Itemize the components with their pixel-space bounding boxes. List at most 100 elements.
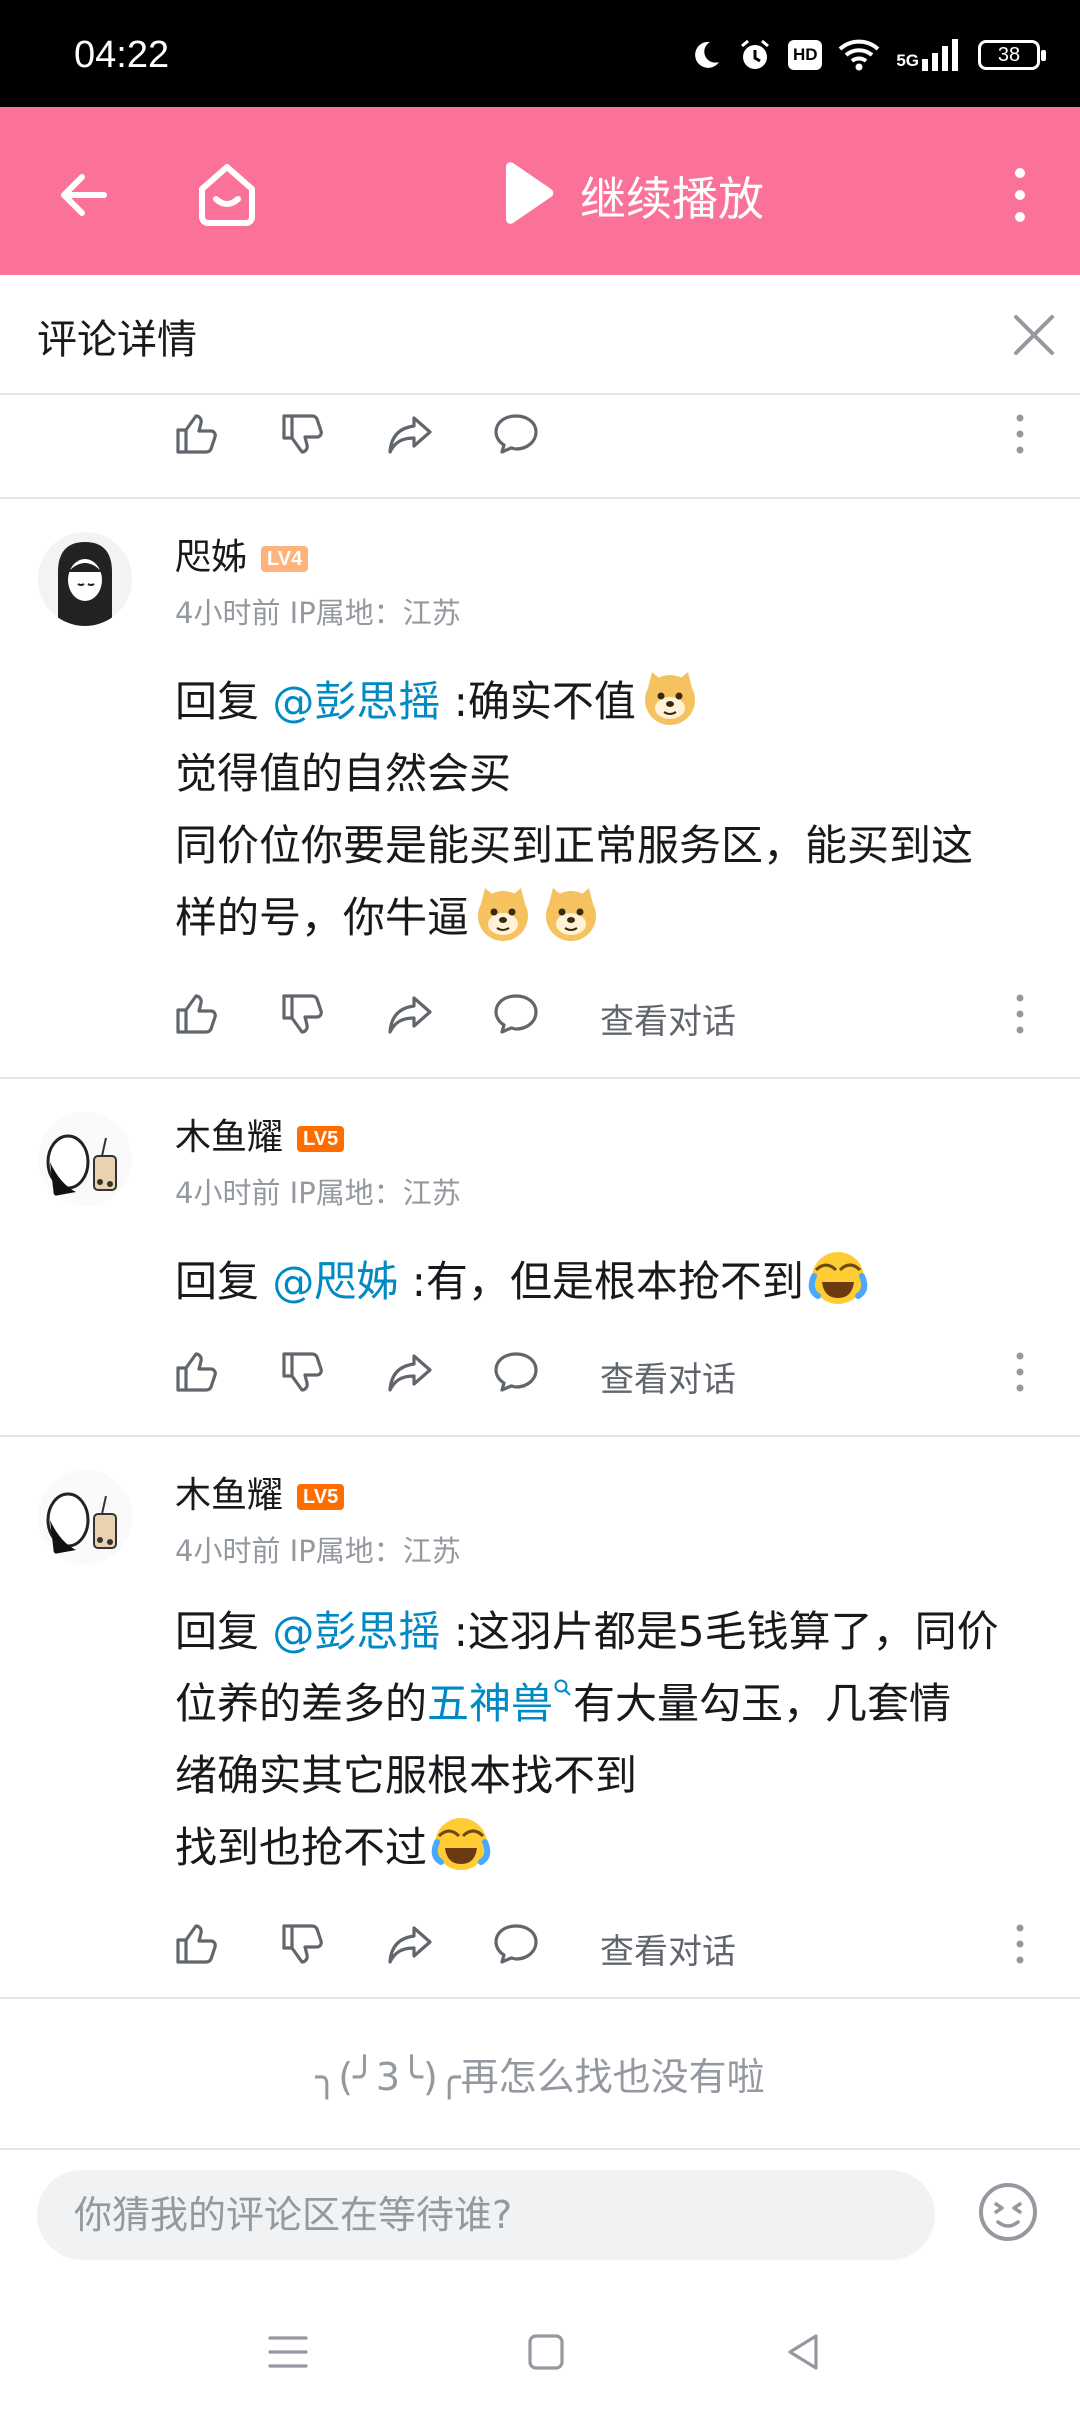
reply-prefix: 回复 xyxy=(175,1607,273,1656)
doge-emoji-icon xyxy=(640,668,700,728)
wifi-icon xyxy=(838,39,880,71)
close-icon[interactable] xyxy=(1010,311,1058,359)
page-title: 评论详情 xyxy=(37,317,197,363)
divider xyxy=(0,1077,1080,1079)
battery-indicator: 38 xyxy=(978,40,1046,70)
end-of-list-note: ╮(╯3╰)╭再怎么找也没有啦 xyxy=(315,2055,765,2099)
comment-input[interactable] xyxy=(37,2170,935,2260)
comment-input-box[interactable] xyxy=(37,2170,935,2260)
avatar[interactable] xyxy=(38,532,132,626)
mention-link[interactable]: @咫姊 xyxy=(272,1257,398,1306)
view-conversation-link[interactable]: 查看对话 xyxy=(600,1352,736,1401)
thumbs-up-icon[interactable] xyxy=(172,410,220,458)
comment-text: 找到也抢不过 xyxy=(175,1823,428,1872)
doge-emoji-icon xyxy=(541,884,601,944)
comment-bubble-icon[interactable] xyxy=(492,1920,540,1968)
action-row: 查看对话 xyxy=(0,1912,1080,1972)
view-conversation-link[interactable]: 查看对话 xyxy=(600,994,736,1043)
more-vertical-icon[interactable] xyxy=(1000,163,1040,227)
menu-icon[interactable] xyxy=(266,2330,310,2374)
mention-link[interactable]: @彭思摇 xyxy=(272,1607,440,1656)
comment-detail-header: 评论详情 xyxy=(0,275,1080,395)
comment-line: 绪确实其它服根本找不到 xyxy=(175,1751,638,1800)
username-text[interactable]: 咫姊 xyxy=(175,537,247,578)
home-icon[interactable] xyxy=(194,159,260,229)
avatar[interactable] xyxy=(38,1112,132,1206)
comment-line: 样的号，你牛逼 xyxy=(175,882,1045,954)
thumbs-down-icon[interactable] xyxy=(278,1348,326,1396)
view-conversation-link[interactable]: 查看对话 xyxy=(600,1924,736,1973)
username-text[interactable]: 木鱼耀 xyxy=(175,1117,283,1158)
comment-bubble-icon[interactable] xyxy=(492,990,540,1038)
status-icons: HD 5G 38 xyxy=(690,38,1046,72)
back-triangle-icon[interactable] xyxy=(782,2330,826,2374)
comment-text: 位养的差多的 xyxy=(175,1679,428,1728)
network-type: 5G xyxy=(896,51,919,70)
reply-prefix: 回复 xyxy=(175,677,273,726)
action-row: 查看对话 xyxy=(0,982,1080,1042)
share-icon[interactable] xyxy=(386,1348,434,1396)
video-top-bar: 继续播放 xyxy=(0,107,1080,275)
more-vertical-icon[interactable] xyxy=(1010,1348,1030,1396)
share-icon[interactable] xyxy=(386,1920,434,1968)
comment-line: 同价位你要是能买到正常服务区，能买到这 xyxy=(175,821,974,870)
thumbs-down-icon[interactable] xyxy=(278,410,326,458)
action-row-top xyxy=(0,402,1080,462)
comment-text: :有，但是根本抢不到 xyxy=(398,1257,804,1306)
status-bar: 04:22 HD 5G 38 xyxy=(0,0,1080,107)
search-icon[interactable] xyxy=(553,1678,573,1708)
thumbs-up-icon[interactable] xyxy=(172,1920,220,1968)
avatar[interactable] xyxy=(38,1470,132,1564)
level-badge: LV5 xyxy=(297,1126,345,1152)
divider xyxy=(0,1435,1080,1437)
hd-badge: HD xyxy=(788,40,823,70)
username-text[interactable]: 木鱼耀 xyxy=(175,1475,283,1516)
level-badge: LV4 xyxy=(261,546,309,572)
laugh-cry-emoji-icon xyxy=(431,1814,491,1874)
thumbs-down-icon[interactable] xyxy=(278,990,326,1038)
mention-link[interactable]: @彭思摇 xyxy=(272,677,440,726)
comment-content: 回复 @咫姊 :有，但是根本抢不到 xyxy=(175,1246,1045,1318)
status-time: 04:22 xyxy=(74,34,170,76)
comment-content: 回复 @彭思摇 :这羽片都是5毛钱算了，同价 位养的差多的五神兽 有大量勾玉，几套… xyxy=(175,1596,1045,1884)
moon-icon xyxy=(695,41,720,68)
back-arrow-icon[interactable] xyxy=(52,163,116,227)
comment-meta: 4小时前 IP属地：江苏 xyxy=(175,1176,461,1210)
thumbs-down-icon[interactable] xyxy=(278,1920,326,1968)
play-icon[interactable] xyxy=(500,161,556,225)
username[interactable]: 木鱼耀 LV5 xyxy=(175,1108,345,1160)
username[interactable]: 木鱼耀 LV5 xyxy=(175,1466,345,1518)
divider xyxy=(0,1997,1080,1999)
signal-icon xyxy=(922,39,958,71)
thumbs-up-icon[interactable] xyxy=(172,990,220,1038)
comment-bubble-icon[interactable] xyxy=(492,410,540,458)
username[interactable]: 咫姊 LV4 xyxy=(175,528,309,580)
comment-line: 回复 @彭思摇 :这羽片都是5毛钱算了，同价 xyxy=(175,1596,1045,1668)
comment-text: 样的号，你牛逼 xyxy=(175,893,470,942)
thumbs-up-icon[interactable] xyxy=(172,1348,220,1396)
comment-line: 找到也抢不过 xyxy=(175,1812,1045,1884)
more-vertical-icon[interactable] xyxy=(1010,990,1030,1038)
comment-meta: 4小时前 IP属地：江苏 xyxy=(175,1534,461,1568)
share-icon[interactable] xyxy=(386,410,434,458)
doge-emoji-icon xyxy=(473,884,533,944)
action-row: 查看对话 xyxy=(0,1340,1080,1400)
level-badge: LV5 xyxy=(297,1484,345,1510)
comment-text: :这羽片都是5毛钱算了，同价 xyxy=(440,1607,999,1656)
reply-prefix: 回复 xyxy=(175,1257,273,1306)
home-square-icon[interactable] xyxy=(524,2330,568,2374)
divider xyxy=(0,497,1080,499)
more-vertical-icon[interactable] xyxy=(1010,410,1030,458)
more-vertical-icon[interactable] xyxy=(1010,1920,1030,1968)
continue-play-button[interactable]: 继续播放 xyxy=(580,163,764,229)
comment-content: 回复 @彭思摇 :确实不值 觉得值的自然会买 同价位你要是能买到正常服务区，能买… xyxy=(175,666,1045,954)
emoji-icon[interactable] xyxy=(976,2180,1040,2244)
comment-line: 位养的差多的五神兽 有大量勾玉，几套情 xyxy=(175,1668,1045,1740)
comment-text: :确实不值 xyxy=(440,677,636,726)
topic-link[interactable]: 五神兽 xyxy=(427,1679,553,1728)
share-icon[interactable] xyxy=(386,990,434,1038)
alarm-icon xyxy=(741,39,770,69)
comment-bubble-icon[interactable] xyxy=(492,1348,540,1396)
comment-line: 觉得值的自然会买 xyxy=(175,749,512,798)
comment-line: 回复 @彭思摇 :确实不值 xyxy=(175,666,1045,738)
